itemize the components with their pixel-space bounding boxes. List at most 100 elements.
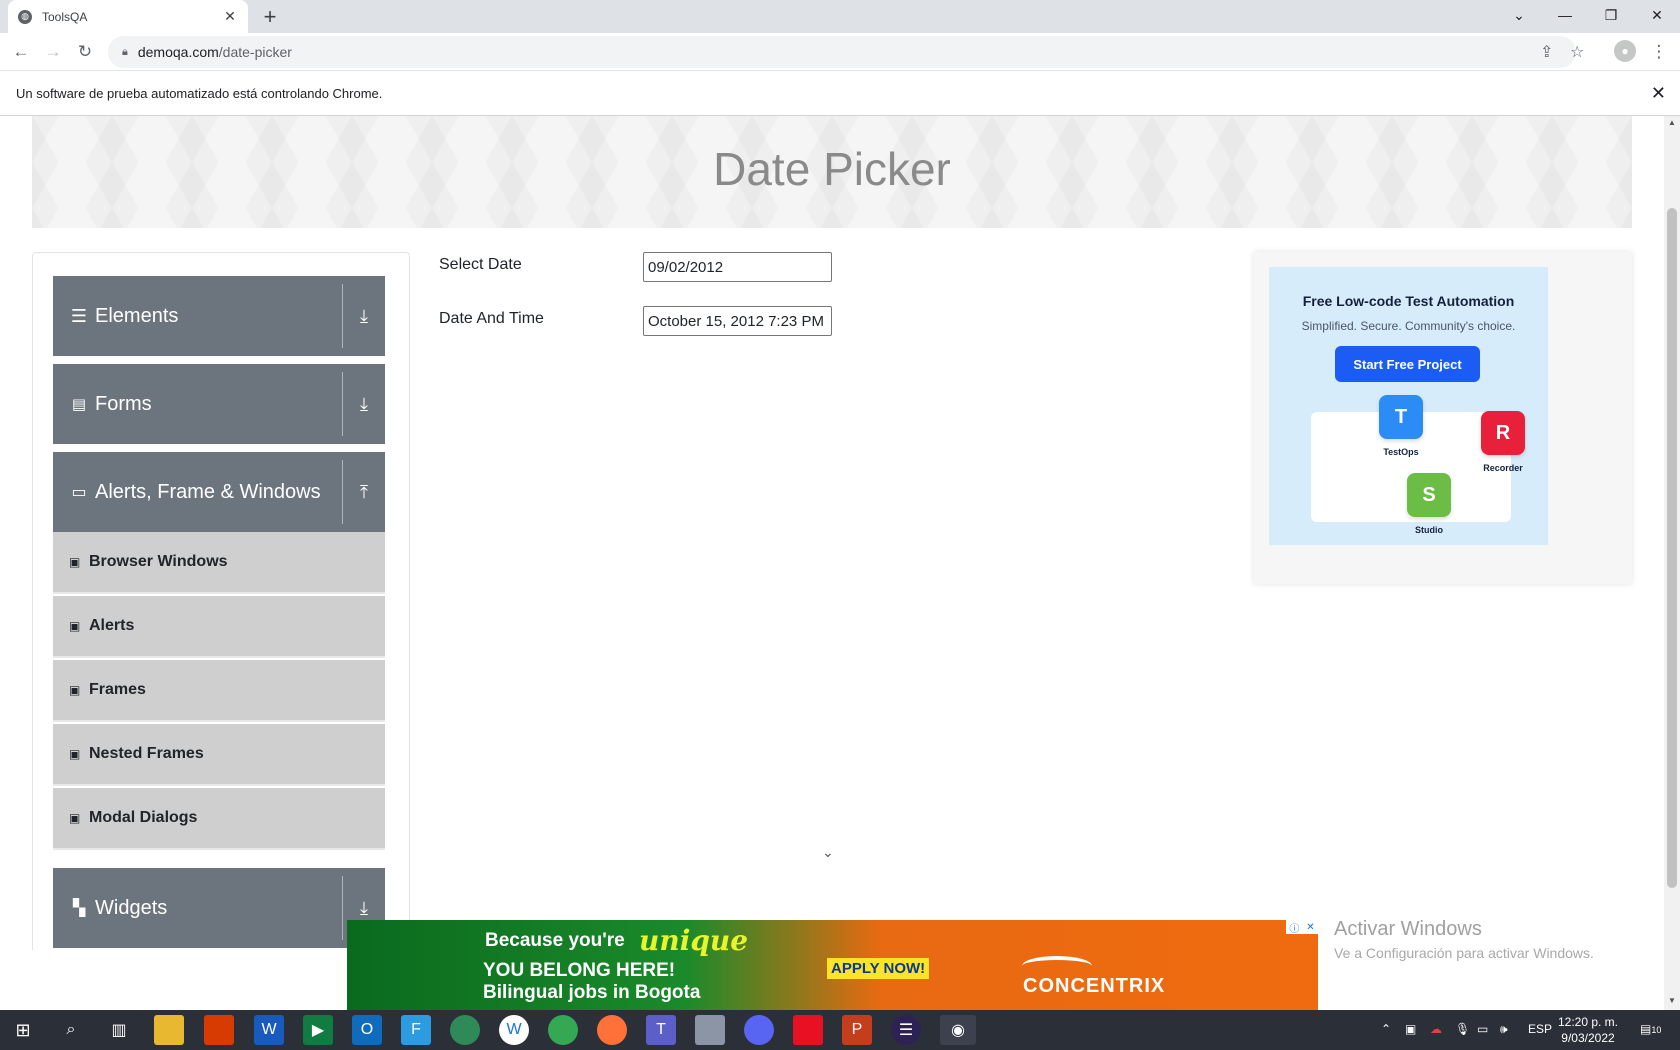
- sidebar-item-browser-windows[interactable]: ▣ Browser Windows: [53, 532, 385, 594]
- brand-swoosh-icon: [1022, 956, 1092, 976]
- scrollbar-thumb[interactable]: [1667, 208, 1677, 888]
- download-arrow-icon[interactable]: ⤓: [343, 898, 385, 919]
- vertical-scrollbar[interactable]: ▲ ▼: [1664, 116, 1680, 1010]
- browser-tabbar: ◍ ToolsQA ✕ + ⌄ — ❐ ✕: [0, 0, 1680, 33]
- testops-app-icon: T: [1379, 395, 1423, 439]
- select-date-input[interactable]: [643, 252, 832, 282]
- globe-icon: ◍: [18, 9, 32, 24]
- eclipse-icon[interactable]: ☰: [891, 1015, 921, 1045]
- group-header-alerts-frame-windows[interactable]: ▭ Alerts, Frame & Windows ⤒: [53, 452, 385, 532]
- tab-title: ToolsQA: [42, 9, 88, 24]
- automation-infobar: Un software de prueba automatizado está …: [0, 71, 1680, 116]
- restore-button[interactable]: ❐: [1588, 0, 1634, 30]
- ad-subline: Bilingual jobs in Bogota: [483, 982, 701, 1003]
- scroll-up-arrow-icon[interactable]: ▲: [1664, 118, 1680, 127]
- watermark-title: Activar Windows: [1334, 918, 1482, 940]
- office-icon[interactable]: [204, 1015, 234, 1045]
- recorder-app-icon: R: [1481, 411, 1525, 455]
- group-header-forms[interactable]: ▤ Forms ⤓: [53, 364, 385, 444]
- file-explorer-icon[interactable]: [154, 1015, 184, 1045]
- sidebar-item-nested-frames[interactable]: ▣ Nested Frames: [53, 724, 385, 786]
- start-free-project-button[interactable]: Start Free Project: [1335, 346, 1480, 382]
- word-icon[interactable]: W: [254, 1015, 284, 1045]
- chrome-icon[interactable]: ◉: [940, 1015, 976, 1045]
- recorder-label: Recorder: [1483, 463, 1523, 473]
- testops-label: TestOps: [1383, 447, 1419, 457]
- upload-arrow-icon[interactable]: ⤒: [343, 482, 385, 503]
- window-icon: ▭: [71, 484, 87, 501]
- select-date-label: Select Date: [439, 256, 522, 273]
- system-clock[interactable]: 12:20 p. m. 9/03/2022: [1548, 1014, 1628, 1046]
- ad-title: Free Low-code Test Automation: [1302, 293, 1515, 309]
- tray-cloud-icon[interactable]: ☁: [1430, 1022, 1442, 1036]
- badge-icon: ▣: [69, 555, 81, 569]
- infobar-close-icon[interactable]: ✕: [1651, 83, 1666, 104]
- clock-date: 9/03/2022: [1561, 1031, 1615, 1045]
- page-viewport: Date Picker ☰ Elements ⤓ ▤ Forms ⤓ ▭ Ale…: [0, 116, 1664, 950]
- teams-icon[interactable]: T: [646, 1015, 676, 1045]
- group-header-widgets[interactable]: ▚ Widgets ⤓: [53, 868, 385, 948]
- lock-icon[interactable]: 🔒︎: [122, 46, 128, 59]
- share-icon[interactable]: ⇪: [1540, 42, 1553, 62]
- address-bar[interactable]: 🔒︎ demoqa.com/date-picker ⇪ ☆: [108, 36, 1584, 68]
- sidebar-item-alerts[interactable]: ▣ Alerts: [53, 596, 385, 658]
- back-arrow-icon[interactable]: ←: [8, 39, 34, 65]
- watermark-subtitle: Ve a Configuración para activar Windows.: [1334, 945, 1594, 961]
- sidebar-item-label: Browser Windows: [89, 553, 228, 570]
- sidebar-item-modal-dialogs[interactable]: ▣ Modal Dialogs: [53, 788, 385, 850]
- sidebar-item-frames[interactable]: ▣ Frames: [53, 660, 385, 722]
- chrome-canary-icon[interactable]: [548, 1015, 578, 1045]
- task-view-icon[interactable]: ▥: [104, 1015, 134, 1045]
- url-host: demoqa.com: [137, 44, 219, 60]
- download-arrow-icon[interactable]: ⤓: [343, 306, 385, 327]
- apply-now-button[interactable]: APPLY NOW!: [827, 958, 930, 979]
- tray-device-icon[interactable]: ▣: [1405, 1022, 1416, 1036]
- search-icon[interactable]: ⌕: [56, 1015, 86, 1045]
- ad-info-icon[interactable]: ⓘ ✕: [1286, 920, 1318, 935]
- close-tab-icon[interactable]: ✕: [222, 8, 238, 25]
- w-app-icon[interactable]: W: [499, 1015, 529, 1045]
- ad-brand-logo: CONCENTRIX: [1023, 975, 1166, 997]
- adobe-icon[interactable]: [793, 1015, 823, 1045]
- browser-tab[interactable]: ◍ ToolsQA ✕: [8, 0, 248, 33]
- close-window-button[interactable]: ✕: [1634, 0, 1680, 30]
- scroll-down-arrow-icon[interactable]: ▼: [1664, 996, 1680, 1005]
- firefox-icon[interactable]: [597, 1015, 627, 1045]
- new-tab-button[interactable]: +: [258, 4, 282, 30]
- globe-app-icon[interactable]: [450, 1015, 480, 1045]
- ad-unique-text: unique: [639, 924, 749, 957]
- profile-avatar-icon[interactable]: ●: [1614, 40, 1636, 62]
- tab-search-icon[interactable]: ⌄: [1496, 0, 1542, 30]
- side-ad[interactable]: Free Low-code Test Automation Simplified…: [1269, 267, 1548, 545]
- powerpoint-icon[interactable]: P: [842, 1015, 872, 1045]
- notification-count: 10: [1651, 1025, 1662, 1035]
- clock-time: 12:20 p. m.: [1557, 1015, 1619, 1029]
- infobar-text: Un software de prueba automatizado está …: [16, 85, 383, 101]
- volume-icon[interactable]: 🕪︎: [1500, 1022, 1508, 1037]
- f-app-icon[interactable]: F: [401, 1015, 431, 1045]
- media-app-icon[interactable]: ▶: [303, 1015, 333, 1045]
- outlook-icon[interactable]: O: [352, 1015, 382, 1045]
- menu-kebab-icon[interactable]: ⋮: [1646, 39, 1672, 65]
- minimize-button[interactable]: —: [1542, 0, 1588, 30]
- tray-chevron-icon[interactable]: ⌃: [1381, 1022, 1391, 1036]
- date-and-time-input[interactable]: [643, 306, 832, 336]
- discord-icon[interactable]: [744, 1015, 774, 1045]
- side-ad-card: Free Low-code Test Automation Simplified…: [1254, 252, 1632, 584]
- ad-subtitle: Simplified. Secure. Community's choice.: [1301, 319, 1516, 333]
- bottom-banner-ad[interactable]: Because you're unique YOU BELONG HERE! B…: [347, 920, 1318, 1010]
- windows-start-icon[interactable]: ⊞: [8, 1015, 38, 1045]
- forward-arrow-icon[interactable]: →: [40, 39, 66, 65]
- storage-app-icon[interactable]: [695, 1015, 725, 1045]
- bookmark-star-icon[interactable]: ☆: [1570, 42, 1584, 62]
- reload-icon[interactable]: ↻: [72, 39, 98, 65]
- notifications-icon[interactable]: ▤10: [1640, 1022, 1661, 1036]
- network-icon[interactable]: ▭: [1477, 1022, 1488, 1036]
- group-header-elements[interactable]: ☰ Elements ⤓: [53, 276, 385, 356]
- download-arrow-icon[interactable]: ⤓: [343, 394, 385, 415]
- left-sidebar: ☰ Elements ⤓ ▤ Forms ⤓ ▭ Alerts, Frame &…: [32, 252, 410, 950]
- studio-label: Studio: [1415, 525, 1443, 535]
- microphone-icon[interactable]: 🎙︎: [1455, 1022, 1470, 1036]
- badge-icon: ▣: [69, 811, 81, 825]
- group-label: Elements: [95, 304, 179, 327]
